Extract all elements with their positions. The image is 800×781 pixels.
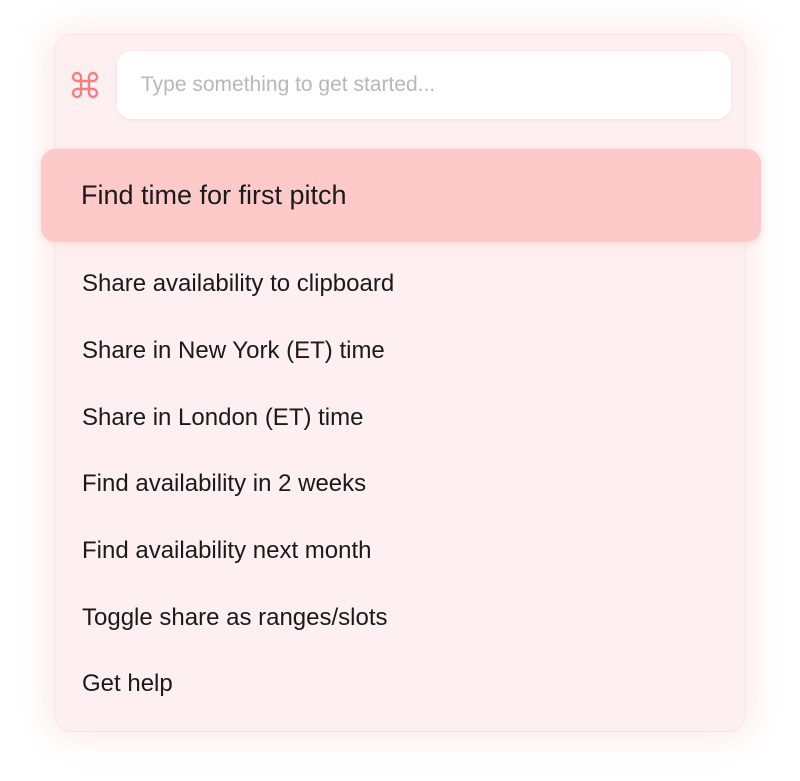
command-item-toggle-ranges-slots[interactable]: Toggle share as ranges/slots [55, 584, 745, 651]
command-item-share-clipboard[interactable]: Share availability to clipboard [55, 251, 745, 318]
command-palette: Find time for first pitch Share availabi… [41, 34, 761, 732]
search-input[interactable] [117, 51, 731, 119]
command-item-share-new-york[interactable]: Share in New York (ET) time [55, 318, 745, 385]
command-item-selected[interactable]: Find time for first pitch [41, 149, 761, 242]
command-item-share-london[interactable]: Share in London (ET) time [55, 384, 745, 451]
command-key-icon [69, 69, 101, 101]
command-list: Share availability to clipboard Share in… [55, 251, 745, 718]
command-item-availability-next-month[interactable]: Find availability next month [55, 518, 745, 585]
command-item-availability-2-weeks[interactable]: Find availability in 2 weeks [55, 451, 745, 518]
command-item-get-help[interactable]: Get help [55, 651, 745, 718]
search-row [55, 35, 745, 135]
